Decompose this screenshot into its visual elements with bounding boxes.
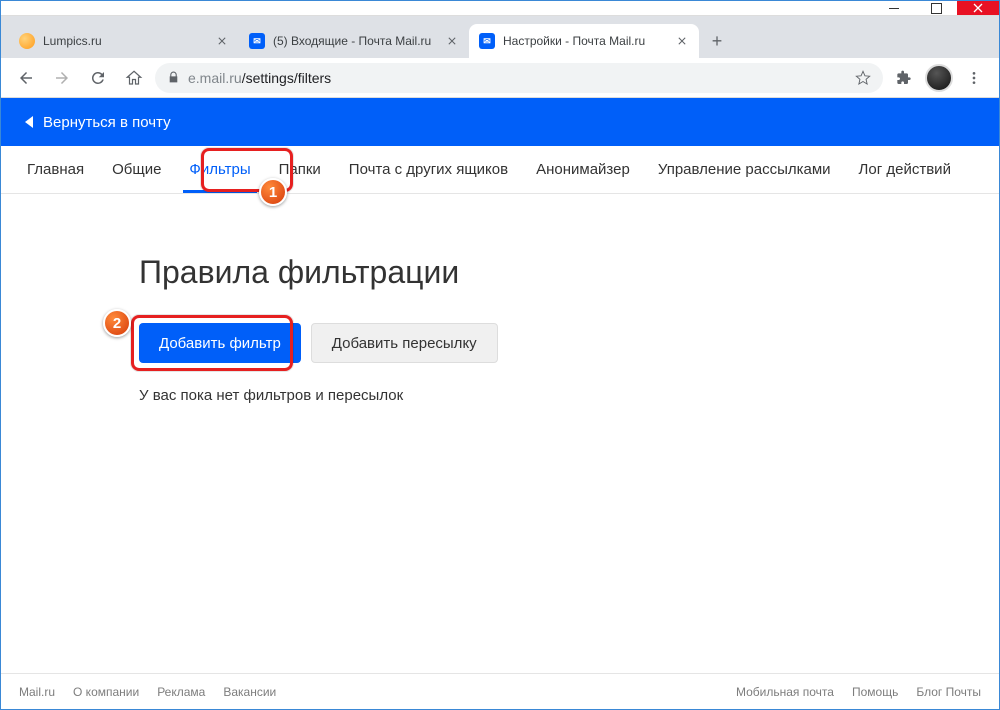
- add-filter-button[interactable]: Добавить фильтр: [139, 323, 301, 363]
- browser-tabstrip: Lumpics.ru ✉ (5) Входящие - Почта Mail.r…: [1, 16, 999, 58]
- main-content: Правила фильтрации Добавить фильтр Добав…: [1, 194, 999, 404]
- url-host: e.mail.ru/settings/filters: [188, 70, 331, 86]
- favicon-mailru-icon: ✉: [479, 33, 495, 49]
- return-to-mail-link[interactable]: Вернуться в почту: [1, 98, 999, 146]
- tab-close-icon[interactable]: [675, 34, 689, 48]
- address-bar[interactable]: e.mail.ru/settings/filters: [155, 63, 883, 93]
- footer-link-blog[interactable]: Блог Почты: [916, 685, 981, 699]
- tab-title: (5) Входящие - Почта Mail.ru: [273, 34, 437, 48]
- navtab-other-mailboxes[interactable]: Почта с других ящиков: [335, 146, 522, 193]
- navtab-anonymizer[interactable]: Анонимайзер: [522, 146, 644, 193]
- annotation-badge-2: 2: [103, 309, 131, 337]
- browser-tab[interactable]: Lumpics.ru: [9, 24, 239, 58]
- menu-button[interactable]: [959, 63, 989, 93]
- annotation-badge-1: 1: [259, 178, 287, 206]
- navtab-log[interactable]: Лог действий: [845, 146, 965, 193]
- navtab-home[interactable]: Главная: [13, 146, 98, 193]
- page-title: Правила фильтрации: [139, 254, 999, 291]
- tab-title: Настройки - Почта Mail.ru: [503, 34, 667, 48]
- reload-button[interactable]: [83, 63, 113, 93]
- window-maximize-button[interactable]: [915, 1, 957, 15]
- lock-icon: [167, 71, 180, 84]
- browser-tab[interactable]: ✉ (5) Входящие - Почта Mail.ru: [239, 24, 469, 58]
- browser-toolbar: e.mail.ru/settings/filters: [1, 58, 999, 98]
- extensions-button[interactable]: [889, 63, 919, 93]
- footer-link-jobs[interactable]: Вакансии: [223, 685, 276, 699]
- forward-button[interactable]: [47, 63, 77, 93]
- tab-title: Lumpics.ru: [43, 34, 207, 48]
- back-triangle-icon: [25, 116, 33, 128]
- favicon-mailru-icon: ✉: [249, 33, 265, 49]
- return-label: Вернуться в почту: [43, 114, 171, 131]
- home-button[interactable]: [119, 63, 149, 93]
- window-minimize-button[interactable]: [873, 1, 915, 15]
- navtab-subscriptions[interactable]: Управление рассылками: [644, 146, 845, 193]
- back-button[interactable]: [11, 63, 41, 93]
- tab-close-icon[interactable]: [215, 34, 229, 48]
- footer-link-mailru[interactable]: Mail.ru: [19, 685, 55, 699]
- tab-close-icon[interactable]: [445, 34, 459, 48]
- settings-nav: Главная Общие Фильтры Папки Почта с друг…: [1, 146, 999, 194]
- browser-tab-active[interactable]: ✉ Настройки - Почта Mail.ru: [469, 24, 699, 58]
- window-close-button[interactable]: [957, 1, 999, 15]
- navtab-general[interactable]: Общие: [98, 146, 175, 193]
- footer-link-help[interactable]: Помощь: [852, 685, 898, 699]
- window-titlebar: [1, 1, 999, 16]
- new-tab-button[interactable]: +: [703, 27, 731, 55]
- add-forward-button[interactable]: Добавить пересылку: [311, 323, 498, 363]
- footer-link-ads[interactable]: Реклама: [157, 685, 205, 699]
- empty-state-text: У вас пока нет фильтров и пересылок: [139, 387, 999, 404]
- footer-link-about[interactable]: О компании: [73, 685, 139, 699]
- profile-avatar[interactable]: [925, 64, 953, 92]
- footer: Mail.ru О компании Реклама Вакансии Моби…: [1, 673, 999, 709]
- footer-link-mobile[interactable]: Мобильная почта: [736, 685, 834, 699]
- bookmark-star-icon[interactable]: [855, 70, 871, 86]
- navtab-filters[interactable]: Фильтры: [175, 146, 264, 193]
- favicon-lumpics-icon: [19, 33, 35, 49]
